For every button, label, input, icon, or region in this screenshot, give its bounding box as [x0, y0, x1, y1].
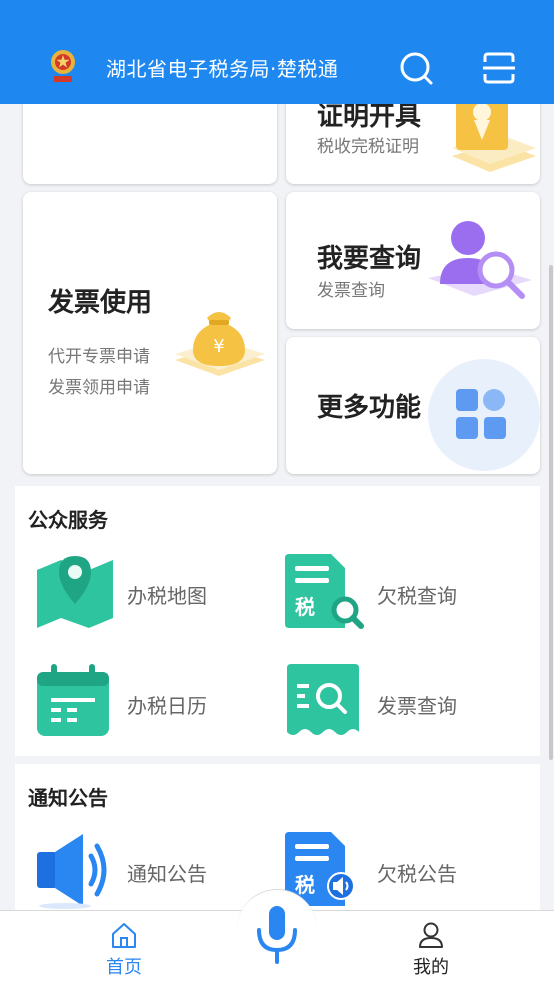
service-tax-calendar[interactable]: 办税日历: [35, 662, 275, 748]
invoice-search-icon: [287, 664, 359, 735]
user-search-icon: [428, 221, 532, 299]
top-bar: 湖北省电子税务局·楚税通: [0, 0, 554, 104]
grid-icon: [456, 389, 506, 439]
query-card[interactable]: 我要查询 发票查询: [286, 192, 540, 329]
voice-button[interactable]: [237, 889, 317, 970]
tab-home-label: 首页: [106, 957, 142, 978]
tab-home[interactable]: 首页: [84, 919, 164, 981]
money-bag-icon: ¥: [175, 312, 265, 376]
service-invoice-query-label: 发票查询: [377, 694, 457, 718]
public-services-section: 公众服务 办税地图 税 欠税查询 办税日历 发票查询: [15, 486, 540, 756]
more-functions-card[interactable]: 更多功能: [286, 337, 540, 474]
service-tax-map-label: 办税地图: [127, 584, 207, 608]
svg-text:税: 税: [295, 873, 315, 897]
certificate-card[interactable]: 证明开具 税收完税证明: [286, 104, 540, 184]
bottom-nav: 首页 我的: [0, 889, 554, 985]
content-scroll[interactable]: 证明开具 税收完税证明 发票使用 代开专票申请 发票领用申请 ¥ 我要查询 发票…: [0, 104, 554, 910]
invoice-use-item-1[interactable]: 代开专票申请: [48, 342, 150, 367]
tab-mine[interactable]: 我的: [391, 919, 471, 981]
certificate-sub: 税收完税证明: [317, 137, 419, 157]
query-title: 我要查询: [317, 244, 422, 274]
invoice-use-item-2[interactable]: 发票领用申请: [48, 373, 150, 398]
scan-icon[interactable]: [479, 48, 519, 88]
speaker-icon: [37, 834, 107, 909]
certificate-icon: [452, 104, 536, 172]
home-icon: [112, 923, 136, 948]
invoice-use-card[interactable]: 发票使用 代开专票申请 发票领用申请 ¥: [23, 192, 277, 474]
service-tax-arrears-query-label: 欠税查询: [377, 584, 457, 608]
notice-tax-arrears[interactable]: 税 欠税公告: [285, 830, 525, 910]
public-services-title: 公众服务: [28, 508, 108, 532]
certificate-title: 证明开具: [317, 104, 422, 132]
user-icon: [419, 922, 443, 948]
svg-text:税: 税: [295, 595, 315, 619]
app-title: 湖北省电子税务局·楚税通: [106, 57, 339, 81]
search-icon[interactable]: [396, 48, 436, 88]
tab-mine-label: 我的: [413, 957, 449, 978]
service-tax-arrears-query[interactable]: 税 欠税查询: [285, 552, 525, 638]
tax-emblem-icon: [51, 50, 75, 82]
service-tax-map[interactable]: 办税地图: [35, 552, 275, 638]
service-tax-calendar-label: 办税日历: [127, 694, 207, 718]
query-sub[interactable]: 发票查询: [317, 276, 385, 301]
service-invoice-query[interactable]: 发票查询: [285, 662, 525, 748]
invoice-use-title: 发票使用: [48, 288, 153, 318]
calendar-icon: [37, 664, 109, 736]
card-partial-left[interactable]: [23, 104, 277, 184]
scrollbar[interactable]: [549, 265, 553, 760]
tax-search-icon: 税: [285, 554, 364, 629]
notices-title: 通知公告: [28, 786, 108, 810]
notice-tax-arrears-label: 欠税公告: [377, 862, 457, 886]
microphone-icon: [257, 906, 297, 964]
notice-announcement-label: 通知公告: [127, 862, 207, 886]
svg-text:¥: ¥: [213, 336, 224, 357]
map-pin-icon: [37, 556, 113, 628]
more-functions-title: 更多功能: [317, 393, 422, 423]
notice-announcement[interactable]: 通知公告: [35, 830, 275, 910]
